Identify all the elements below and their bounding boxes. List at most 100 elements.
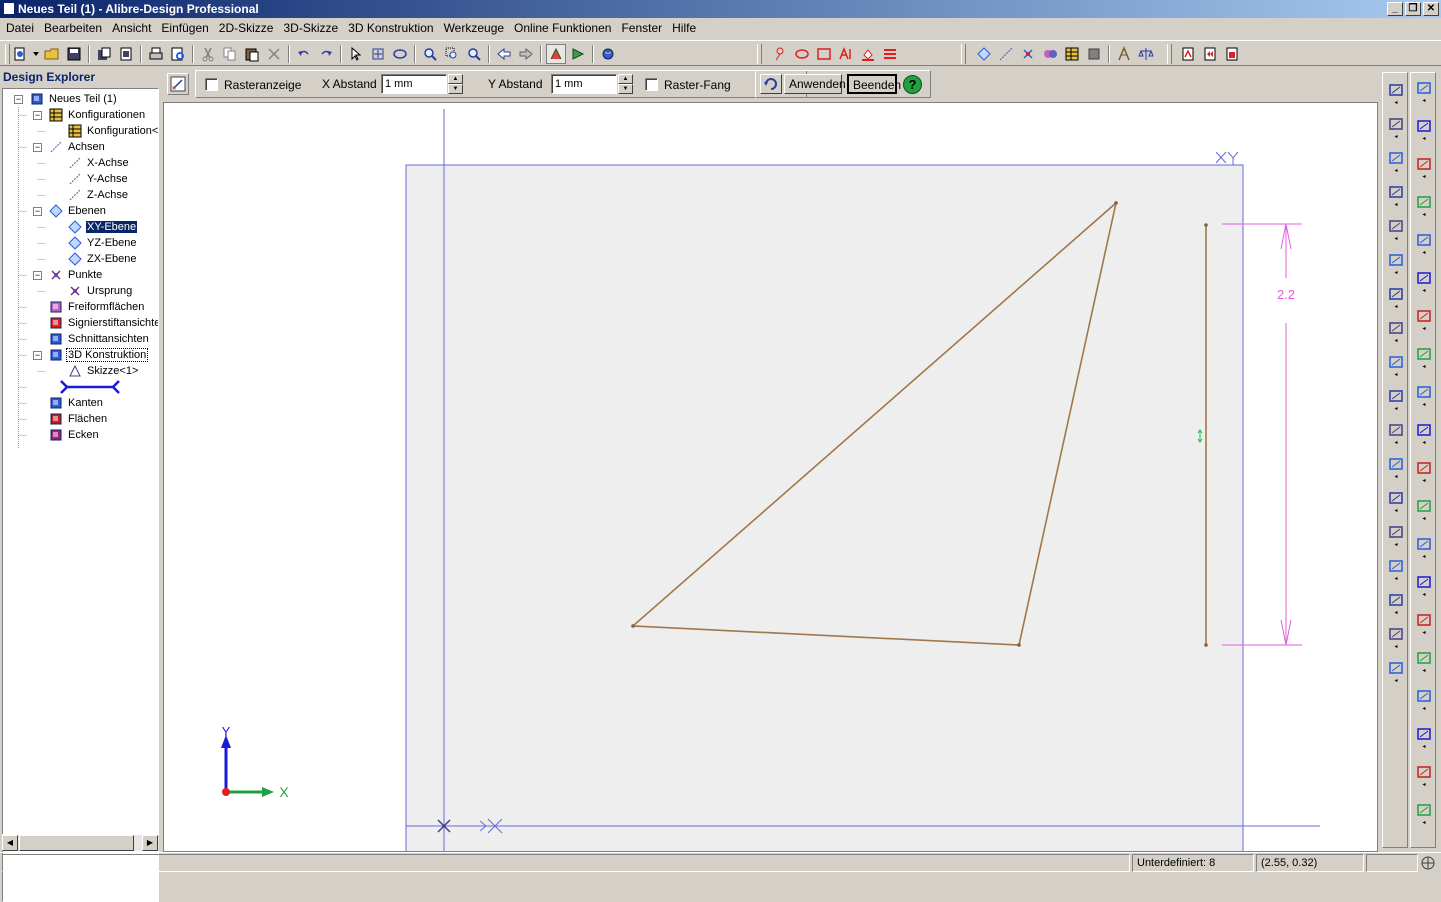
tool-dropdown-arrow[interactable]: ◂	[1393, 644, 1399, 650]
sketch-vertex[interactable]	[1204, 223, 1208, 227]
tree-item[interactable]: Achsen	[48, 139, 106, 155]
plane-tool-icon[interactable]	[974, 44, 994, 64]
tree-item[interactable]: Ecken	[48, 427, 100, 443]
tree-collapse-toggle[interactable]: −	[33, 111, 42, 120]
tool-dropdown-arrow[interactable]: ◂	[1393, 236, 1399, 242]
publish-icon[interactable]	[1222, 44, 1242, 64]
tool-dropdown-arrow[interactable]: ◂	[1421, 98, 1427, 104]
tree-item[interactable]: Z-Achse	[67, 187, 129, 203]
tree-item[interactable]: Punkte	[48, 267, 103, 283]
tool-dropdown-arrow[interactable]: ◂	[1421, 820, 1427, 826]
close-button[interactable]: ✕	[1423, 2, 1439, 16]
properties-icon[interactable]	[116, 44, 136, 64]
apply-button[interactable]: Anwenden	[784, 74, 846, 94]
explorer-horizontal-scrollbar[interactable]: ◀ ▶	[2, 834, 159, 851]
tree-item[interactable]: Flächen	[48, 411, 108, 427]
point-tool-icon[interactable]	[1018, 44, 1038, 64]
menu-3d-skizze[interactable]: 3D-Skizze	[279, 18, 344, 38]
feature-mode-icon[interactable]	[568, 44, 588, 64]
tool-dropdown-arrow[interactable]: ◂	[1393, 576, 1399, 582]
sketch-vertex[interactable]	[631, 624, 635, 628]
sketch-vertex[interactable]	[1114, 201, 1118, 205]
shell-icon[interactable]	[1414, 231, 1434, 249]
previous-view-icon[interactable]	[494, 44, 514, 64]
y-spacing-input[interactable]: 1 mm	[551, 74, 617, 94]
fill-icon[interactable]	[858, 44, 878, 64]
tree-item[interactable]: 3D Konstruktion	[48, 347, 149, 363]
equation-icon[interactable]	[1414, 763, 1434, 781]
pattern-icon[interactable]	[1386, 523, 1406, 541]
tree-item[interactable]: Kanten	[48, 395, 104, 411]
sketch-edit-icon[interactable]	[167, 73, 189, 95]
fillet-icon[interactable]	[1414, 269, 1434, 287]
pattern-3d-icon[interactable]	[1414, 497, 1434, 515]
tool-dropdown-arrow[interactable]: ◂	[1393, 440, 1399, 446]
new-file-icon[interactable]	[10, 44, 30, 64]
tree-item[interactable]: Ursprung	[67, 283, 133, 299]
sketch-mode-icon[interactable]	[546, 44, 566, 64]
tree-item[interactable]: Signierstiftansichten	[48, 315, 158, 331]
tool-dropdown-arrow[interactable]: ◂	[1393, 508, 1399, 514]
tool-dropdown-arrow[interactable]: ◂	[1421, 288, 1427, 294]
sweep-icon[interactable]	[1414, 155, 1434, 173]
tool-dropdown-arrow[interactable]: ◂	[1421, 440, 1427, 446]
gyroscope-icon[interactable]	[1420, 855, 1436, 871]
tool-dropdown-arrow[interactable]: ◂	[1421, 212, 1427, 218]
tree-item[interactable]: Neues Teil (1)	[29, 91, 118, 107]
pdf-export-icon[interactable]	[1178, 44, 1198, 64]
offset-icon[interactable]	[1386, 557, 1406, 575]
tree-item[interactable]: ZX-Ebene	[67, 251, 138, 267]
zoom-fit-icon[interactable]	[464, 44, 484, 64]
spline-icon[interactable]	[1386, 353, 1406, 371]
x-spacing-input[interactable]: 1 mm	[381, 74, 447, 94]
line-style-icon[interactable]	[880, 44, 900, 64]
copy-icon[interactable]	[220, 44, 240, 64]
fillet-sketch-icon[interactable]	[1386, 421, 1406, 439]
select-pointer-icon[interactable]	[346, 44, 366, 64]
revolve-boss-icon[interactable]	[1414, 117, 1434, 135]
replace-face-icon[interactable]	[1414, 687, 1434, 705]
sketch-vertex[interactable]	[1017, 643, 1021, 647]
menu-datei[interactable]: Datei	[2, 18, 40, 38]
rectangle-icon[interactable]	[1386, 319, 1406, 337]
project-icon[interactable]	[1386, 625, 1406, 643]
open-folder-icon[interactable]	[42, 44, 62, 64]
menu-hilfe[interactable]: Hilfe	[668, 18, 702, 38]
tree-item[interactable]	[59, 379, 124, 395]
tree-collapse-toggle[interactable]: −	[33, 143, 42, 152]
balance-icon[interactable]	[1136, 44, 1156, 64]
menu-werkzeuge[interactable]: Werkzeuge	[440, 18, 510, 38]
pdf-batch-icon[interactable]	[1200, 44, 1220, 64]
restore-button[interactable]: ❐	[1405, 2, 1421, 16]
tool-dropdown-arrow[interactable]: ◂	[1393, 202, 1399, 208]
tool-dropdown-arrow[interactable]: ◂	[1421, 744, 1427, 750]
tool-dropdown-arrow[interactable]: ◂	[1393, 168, 1399, 174]
tool-dropdown-arrow[interactable]: ◂	[1421, 554, 1427, 560]
scale-icon[interactable]	[1414, 573, 1434, 591]
tool-dropdown-arrow[interactable]: ◂	[1421, 668, 1427, 674]
tree-item[interactable]: Skizze<1>	[67, 363, 139, 379]
pan-icon[interactable]	[368, 44, 388, 64]
tree-item[interactable]: Y-Achse	[67, 171, 129, 187]
text-icon[interactable]	[836, 44, 856, 64]
trim-icon[interactable]	[1386, 183, 1406, 201]
rectangle-icon[interactable]	[814, 44, 834, 64]
redo-icon[interactable]	[316, 44, 336, 64]
globe-icon[interactable]	[598, 44, 618, 64]
scroll-right-arrow[interactable]: ▶	[142, 835, 158, 851]
print-preview-icon[interactable]	[168, 44, 188, 64]
loft-icon[interactable]	[1414, 193, 1434, 211]
tool-dropdown-arrow[interactable]: ◂	[1393, 134, 1399, 140]
tool-dropdown-arrow[interactable]: ◂	[1421, 706, 1427, 712]
tool-dropdown-arrow[interactable]: ◂	[1393, 338, 1399, 344]
tool-dropdown-arrow[interactable]: ◂	[1421, 592, 1427, 598]
tool-dropdown-arrow[interactable]: ◂	[1393, 474, 1399, 480]
undo-icon[interactable]	[294, 44, 314, 64]
minimize-button[interactable]: _	[1387, 2, 1403, 16]
extrude-icon[interactable]	[1386, 659, 1406, 677]
sketch-node-icon[interactable]	[770, 44, 790, 64]
tree-item[interactable]: XY-Ebene	[67, 219, 139, 235]
tool-dropdown-arrow[interactable]: ◂	[1421, 782, 1427, 788]
tool-dropdown-arrow[interactable]: ◂	[1393, 372, 1399, 378]
tool-dropdown-arrow[interactable]: ◂	[1393, 304, 1399, 310]
